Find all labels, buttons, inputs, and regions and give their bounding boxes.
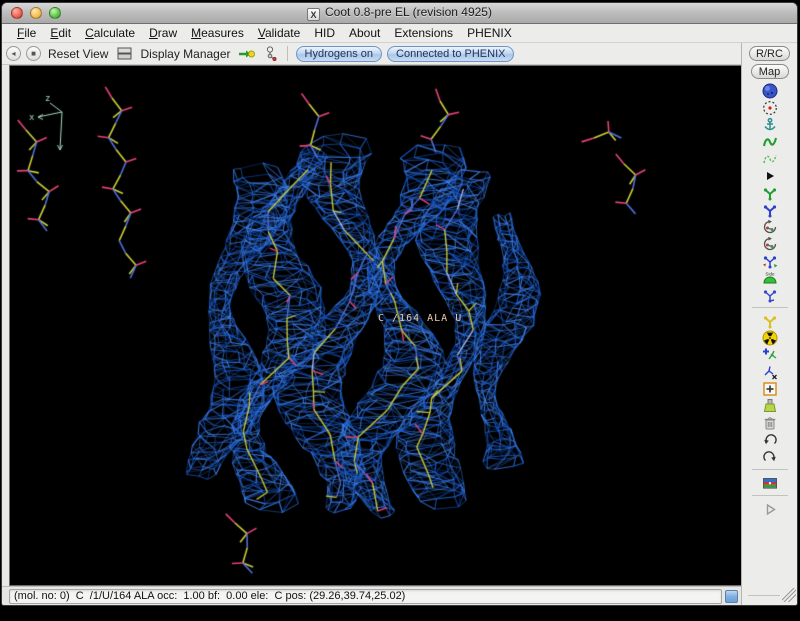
panel-bottom-separator — [748, 595, 780, 596]
delete-atom-icon[interactable] — [742, 363, 797, 380]
x11-app-icon: X — [307, 8, 320, 21]
menu-extensions[interactable]: Extensions — [387, 25, 460, 41]
resize-grip[interactable] — [782, 588, 796, 602]
status-text: (mol. no: 0) C /1/U/164 ALA occ: 1.00 bf… — [9, 589, 722, 604]
real-space-refine-icon[interactable] — [742, 218, 797, 235]
add-terminal-residue-icon[interactable] — [742, 346, 797, 363]
window-title-text: Coot 0.8-pre EL (revision 4925) — [325, 5, 492, 19]
menu-edit[interactable]: Edit — [43, 25, 78, 41]
anchor-icon[interactable] — [742, 116, 797, 133]
menu-phenix[interactable]: PHENIX — [460, 25, 519, 41]
molecular-viewport[interactable] — [10, 66, 741, 585]
regularize-icon[interactable] — [742, 252, 797, 269]
traffic-lights — [11, 7, 61, 19]
rotamers-icon[interactable] — [742, 286, 797, 303]
title-bar[interactable]: X Coot 0.8-pre EL (revision 4925) — [2, 3, 797, 24]
molecule-icon[interactable] — [261, 46, 279, 62]
menu-draw[interactable]: Draw — [142, 25, 184, 41]
menu-hid[interactable]: HID — [307, 25, 342, 41]
map-button[interactable]: Map — [751, 64, 789, 79]
redo-icon[interactable] — [742, 448, 797, 465]
status-scroll-thumb[interactable] — [725, 590, 738, 603]
add-atom-icon[interactable] — [742, 380, 797, 397]
sphere-refine-icon[interactable] — [742, 235, 797, 252]
toolbar-collapse-button[interactable]: ◂ — [6, 46, 21, 61]
panel-bottom — [742, 585, 797, 605]
side-dome-icon[interactable]: Side — [742, 269, 797, 286]
right-tool-panel: R/RC Map Side — [741, 43, 797, 605]
rotate-translate-icon[interactable] — [742, 184, 797, 201]
flag-icon[interactable] — [742, 474, 797, 491]
minimize-button[interactable] — [30, 7, 42, 19]
radiation-icon[interactable] — [742, 329, 797, 346]
menu-bar: FileEditCalculateDrawMeasuresValidateHID… — [2, 24, 797, 43]
mutate-icon[interactable] — [742, 312, 797, 329]
main-toolbar: ◂ ■ Reset View Display Manager — [2, 43, 741, 65]
display-manager-button[interactable]: Display Manager — [138, 47, 232, 61]
close-button[interactable] — [11, 7, 23, 19]
tool-icon-column: Side — [742, 82, 797, 517]
display-manager-icon — [115, 46, 133, 62]
menu-measures[interactable]: Measures — [184, 25, 251, 41]
menu-validate[interactable]: Validate — [251, 25, 308, 41]
triangle-icon[interactable] — [742, 167, 797, 184]
green-arrow-ball-icon[interactable] — [238, 46, 256, 62]
panel-separator — [752, 469, 788, 470]
trash-icon[interactable] — [742, 414, 797, 431]
toolbar-separator — [287, 46, 288, 61]
coot-window: X Coot 0.8-pre EL (revision 4925) FileEdi… — [1, 2, 798, 606]
recentre-icon[interactable] — [742, 99, 797, 116]
auto-fit-rotamer-icon[interactable] — [742, 201, 797, 218]
reset-view-button[interactable]: Reset View — [46, 47, 110, 61]
ribbon-icon[interactable] — [742, 133, 797, 150]
ribbon-dashed-icon[interactable] — [742, 150, 797, 167]
menu-about[interactable]: About — [342, 25, 387, 41]
panel-separator — [752, 495, 788, 496]
hydrogens-toggle-button[interactable]: Hydrogens on — [296, 46, 383, 62]
rrc-button[interactable]: R/RC — [749, 46, 790, 61]
svg-text:Side: Side — [765, 271, 775, 276]
menu-file[interactable]: File — [10, 25, 43, 41]
status-bar: (mol. no: 0) C /1/U/164 ALA occ: 1.00 bf… — [2, 586, 741, 605]
zoom-button[interactable] — [49, 7, 61, 19]
brush-icon[interactable] — [742, 397, 797, 414]
undo-icon[interactable] — [742, 431, 797, 448]
window-title: X Coot 0.8-pre EL (revision 4925) — [2, 5, 797, 21]
phenix-connection-button[interactable]: Connected to PHENIX — [387, 46, 514, 62]
graphics-canvas-area[interactable]: C /164 ALA U — [9, 65, 741, 586]
toolbar-overflow-button[interactable]: ■ — [26, 46, 41, 61]
panel-separator — [752, 307, 788, 308]
play-outline-icon[interactable] — [742, 500, 797, 517]
menu-calculate[interactable]: Calculate — [78, 25, 142, 41]
globe-icon[interactable] — [742, 82, 797, 99]
